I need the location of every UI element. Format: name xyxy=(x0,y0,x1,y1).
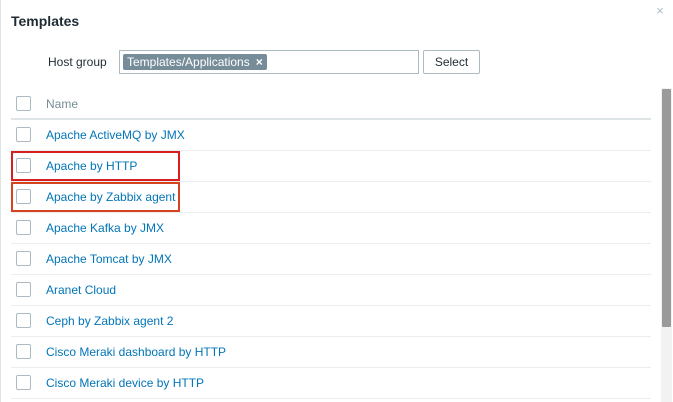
table-row: Apache Kafka by JMX xyxy=(11,213,651,244)
templates-dialog: Templates × Host group Templates/Applica… xyxy=(0,0,673,402)
row-checkbox[interactable] xyxy=(16,220,31,235)
table-row: Cisco Meraki dashboard by HTTP xyxy=(11,337,651,368)
chip-label: Templates/Applications xyxy=(127,55,250,69)
row-checkbox[interactable] xyxy=(16,158,31,173)
row-checkbox[interactable] xyxy=(16,127,31,142)
template-link[interactable]: Cisco Meraki dashboard by HTTP xyxy=(46,345,226,359)
host-group-label: Host group xyxy=(48,55,107,69)
template-link[interactable]: Apache by HTTP xyxy=(46,159,137,173)
row-checkbox[interactable] xyxy=(16,251,31,266)
table-row: Ceph by Zabbix agent 2 xyxy=(11,306,651,337)
template-link[interactable]: Apache ActiveMQ by JMX xyxy=(46,128,185,142)
templates-table: Name Apache ActiveMQ by JMX Apache by HT… xyxy=(11,88,651,399)
row-checkbox[interactable] xyxy=(16,189,31,204)
row-checkbox[interactable] xyxy=(16,344,31,359)
template-link[interactable]: Aranet Cloud xyxy=(46,283,116,297)
dialog-title: Templates xyxy=(11,13,80,29)
select-all-checkbox[interactable] xyxy=(16,96,31,111)
scrollbar-thumb[interactable] xyxy=(662,89,671,327)
close-icon[interactable]: × xyxy=(654,4,666,17)
row-checkbox[interactable] xyxy=(16,375,31,390)
row-checkbox[interactable] xyxy=(16,282,31,297)
name-column-header: Name xyxy=(46,97,79,111)
template-link[interactable]: Apache by Zabbix agent xyxy=(46,190,175,204)
template-link[interactable]: Apache Kafka by JMX xyxy=(46,221,164,235)
chip-remove-icon[interactable]: × xyxy=(256,54,263,70)
table-row: Apache ActiveMQ by JMX xyxy=(11,120,651,151)
template-link[interactable]: Apache Tomcat by JMX xyxy=(46,252,172,266)
table-row: Apache by HTTP xyxy=(11,151,651,182)
table-row: Cisco Meraki device by HTTP xyxy=(11,368,651,399)
table-header: Name xyxy=(11,88,651,120)
host-group-chip: Templates/Applications × xyxy=(123,54,267,70)
row-checkbox[interactable] xyxy=(16,313,31,328)
template-link[interactable]: Cisco Meraki device by HTTP xyxy=(46,376,204,390)
table-row: Apache by Zabbix agent xyxy=(11,182,651,213)
template-link[interactable]: Ceph by Zabbix agent 2 xyxy=(46,314,173,328)
host-group-multiselect[interactable]: Templates/Applications × xyxy=(119,50,419,74)
select-button[interactable]: Select xyxy=(423,50,480,74)
table-row: Apache Tomcat by JMX xyxy=(11,244,651,275)
table-row: Aranet Cloud xyxy=(11,275,651,306)
